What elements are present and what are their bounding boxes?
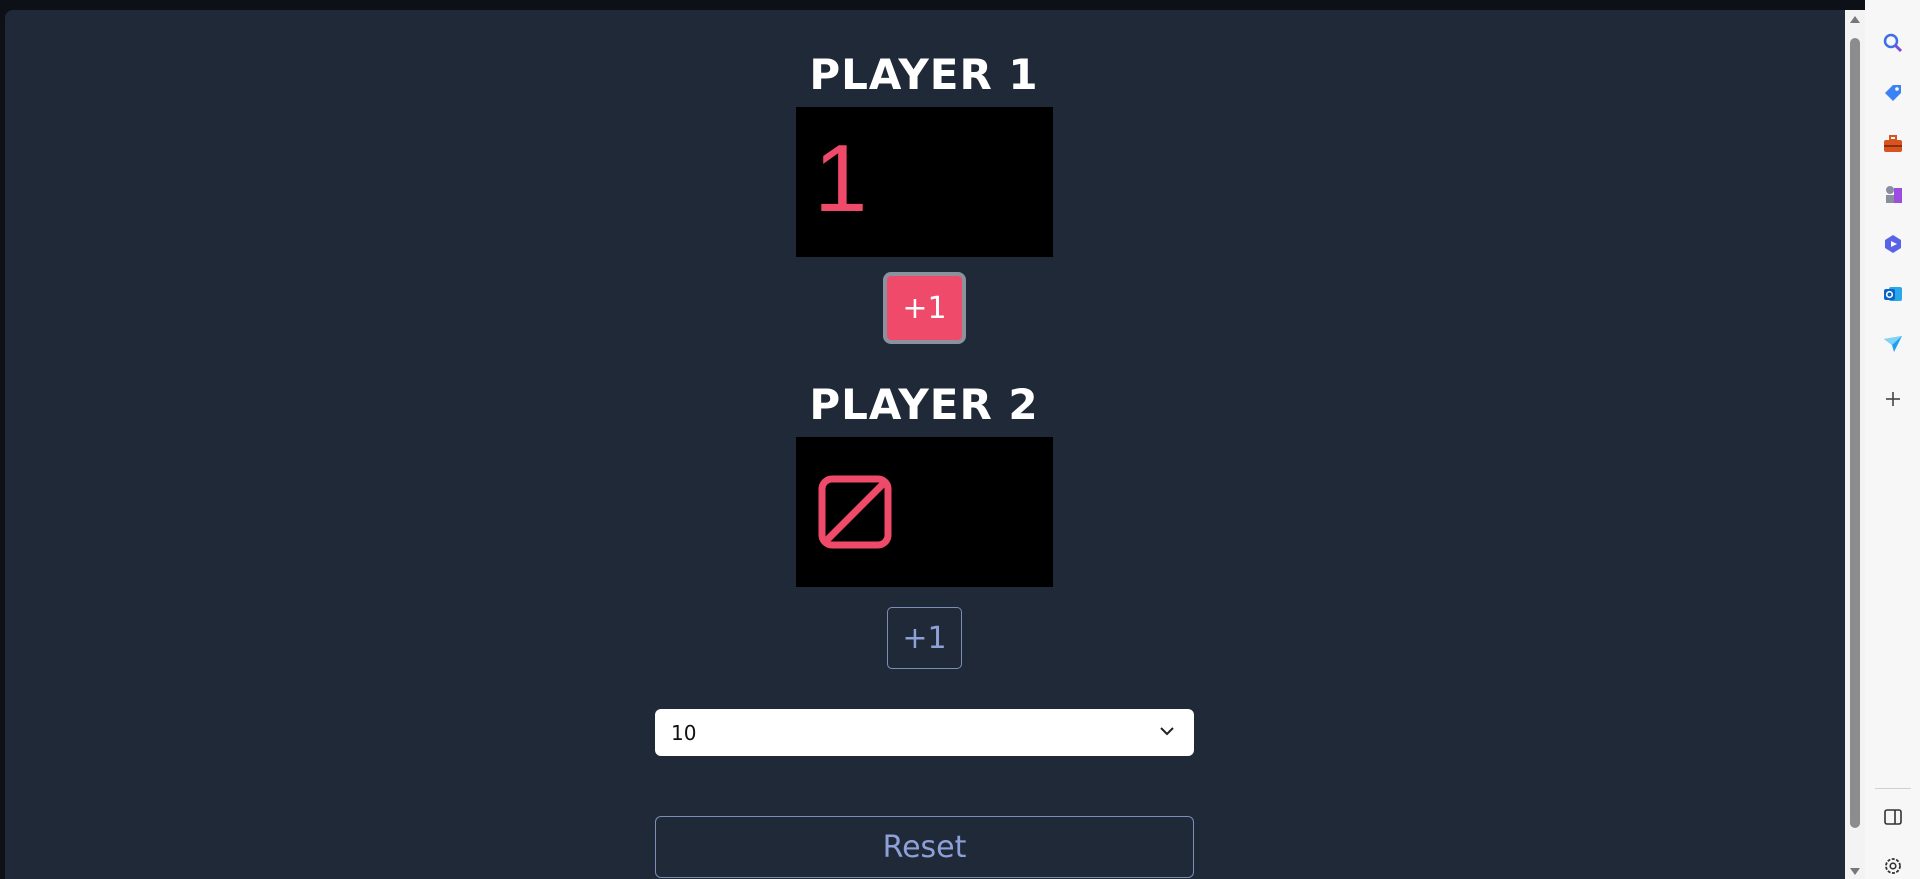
search-icon[interactable] [1882,32,1904,54]
sidebar-divider [1875,788,1911,789]
target-score-value: 10 [671,720,697,745]
player1-score-display: 1 [796,107,1053,257]
game-page: PLAYER 1 1 +1 PLAYER 2 0 +1 10 Reset [5,10,1845,879]
player2-increment-button[interactable]: +1 [887,607,962,669]
tag-icon[interactable] [1882,82,1904,104]
page-scrollbar[interactable] [1845,10,1865,879]
player1-title: PLAYER 1 [809,50,1039,99]
scroll-up-icon[interactable] [1850,16,1860,23]
target-score-select[interactable]: 10 [655,709,1194,756]
reset-button[interactable]: Reset [655,816,1194,878]
player2-title: PLAYER 2 [809,380,1039,429]
browser-sidebar [1865,0,1920,879]
player2-score-zero-glyph [818,475,892,549]
player1-score: 1 [814,125,868,232]
copilot-icon[interactable] [1882,233,1904,255]
scroll-down-icon[interactable] [1850,868,1860,875]
player1-increment-button[interactable]: +1 [883,272,966,344]
chess-icon[interactable] [1882,183,1904,205]
chevron-down-icon [1160,727,1174,736]
settings-icon[interactable] [1882,855,1904,877]
outlook-icon[interactable] [1882,283,1904,305]
add-icon[interactable] [1882,388,1904,410]
toolbox-icon[interactable] [1882,133,1904,155]
player2-score-display: 0 [796,437,1053,587]
sidebar-toggle-icon[interactable] [1882,806,1904,828]
send-icon[interactable] [1882,333,1904,355]
scroll-thumb[interactable] [1850,38,1860,828]
